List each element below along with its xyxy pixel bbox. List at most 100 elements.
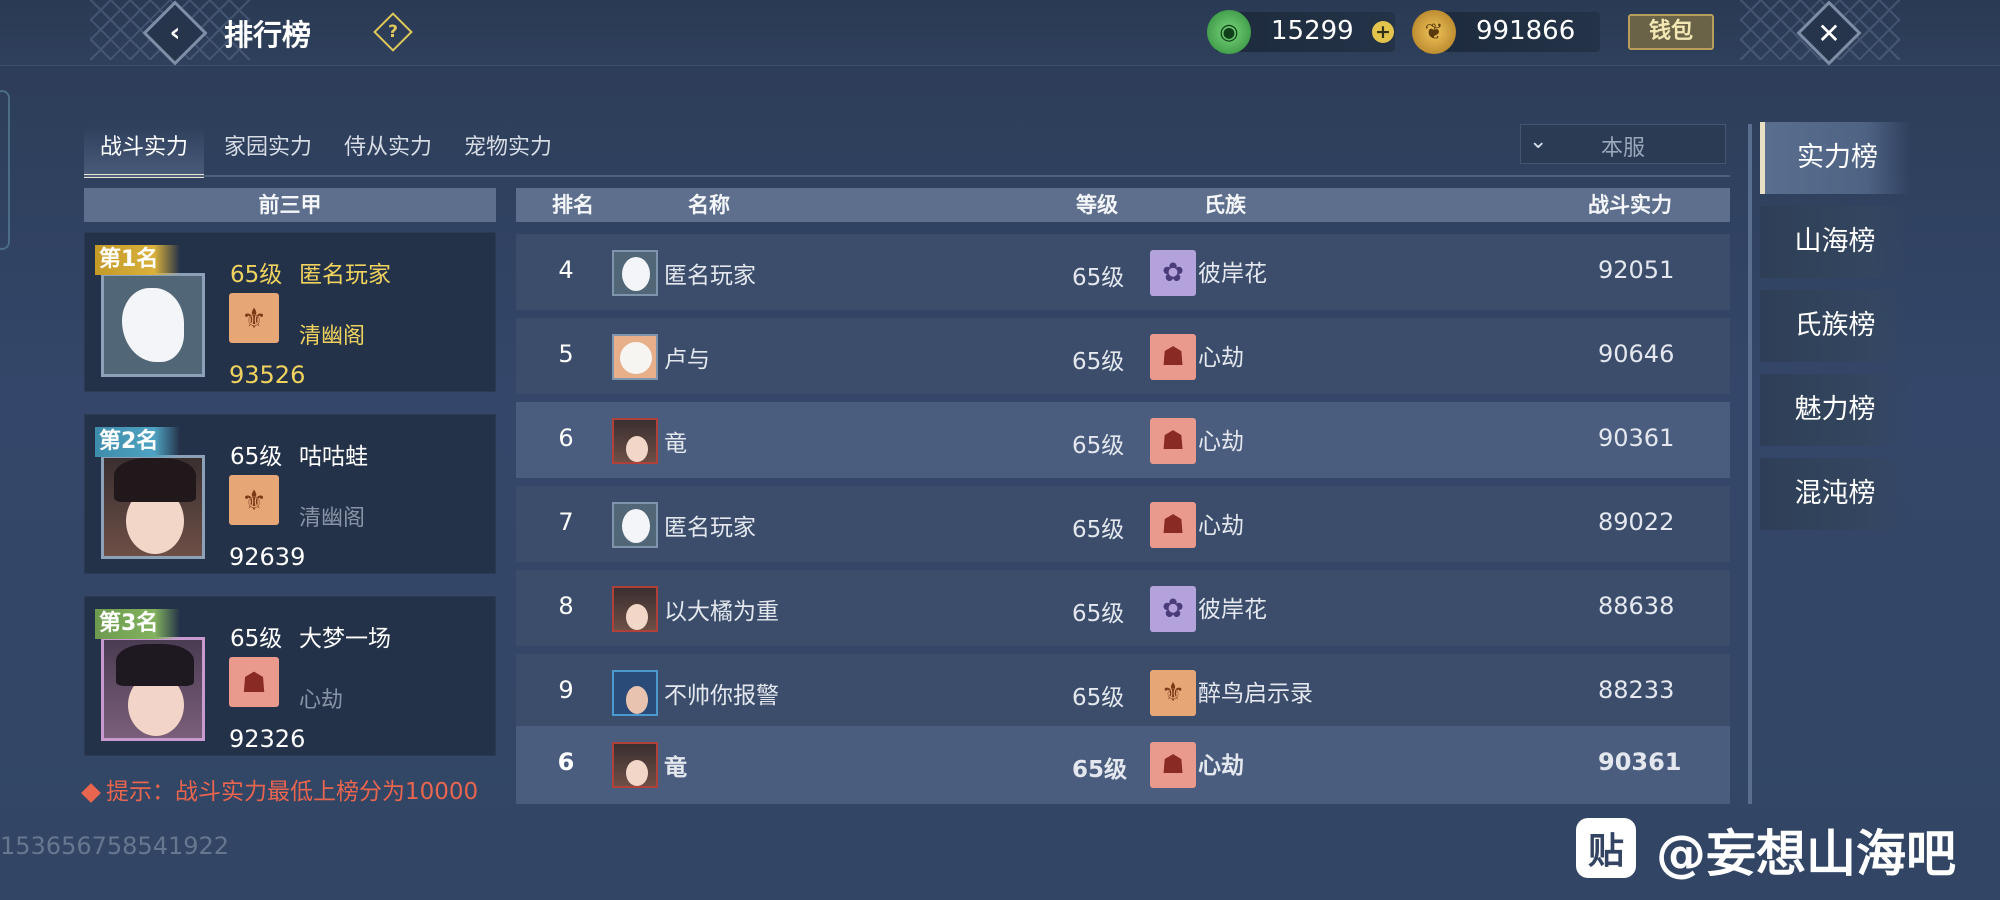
clan-name: 心劫 — [299, 688, 344, 713]
rank-badge: 第1名 — [95, 245, 181, 275]
row-name: 匿名玩家 — [664, 515, 756, 541]
player-level: 65级 — [230, 444, 283, 470]
row-level: 65级 — [1072, 757, 1128, 783]
leaf-icon: ❦ — [1412, 10, 1456, 54]
row-rank: 6 — [557, 748, 575, 776]
player-uid: 153656758541922 — [0, 832, 230, 860]
side-handle[interactable] — [0, 90, 10, 250]
row-power: 90361 — [1598, 424, 1675, 452]
wallet-button[interactable]: 钱包 — [1628, 14, 1714, 50]
row-clan: 彼岸花 — [1198, 261, 1267, 287]
row-power: 92051 — [1598, 256, 1675, 284]
clan-name: 清幽阁 — [299, 324, 366, 349]
back-icon: ‹ — [169, 18, 181, 48]
avatar — [101, 637, 205, 741]
row-clan: 彼岸花 — [1198, 597, 1267, 623]
table-row[interactable]: 4 匿名玩家 65级 ✿ 彼岸花 92051 — [516, 234, 1730, 310]
jade-icon: ◉ — [1207, 10, 1251, 54]
player-level: 65级 — [230, 262, 283, 288]
col-name: 名称 — [688, 193, 730, 217]
tip-text: 提示：战斗实力最低上榜分为10000 — [106, 779, 479, 805]
close-icon: ✕ — [1817, 16, 1841, 50]
table-header: 排名 名称 等级 氏族 战斗实力 — [516, 188, 1730, 222]
min-score-tip: 提示：战斗实力最低上榜分为10000 — [81, 772, 479, 806]
clan-emblem-icon: ⚜ — [229, 293, 279, 343]
sidebar-item-chaos-rank[interactable]: 混沌榜 — [1760, 458, 1910, 530]
row-rank: 5 — [558, 340, 574, 368]
row-rank: 4 — [558, 256, 574, 284]
leaf-value: 991866 — [1476, 16, 1576, 46]
tab-combat-power[interactable]: 战斗实力 — [84, 126, 204, 178]
question-icon: ? — [388, 22, 398, 42]
col-rank: 排名 — [552, 193, 594, 217]
tab-attendant-power[interactable]: 侍从实力 — [330, 126, 446, 178]
col-level: 等级 — [1076, 193, 1118, 217]
row-rank: 9 — [558, 676, 574, 704]
chevron-down-icon: ⌄ — [1529, 129, 1548, 154]
top3-card-2[interactable]: 第2名 65级 咕咕蛙 ⚜ 清幽阁 92639 — [84, 414, 496, 574]
table-row[interactable]: 8 以大橘为重 65级 ✿ 彼岸花 88638 — [516, 570, 1730, 646]
top-bar: ‹ 排行榜 ? ◉ 15299 + ❦ 991866 钱包 ✕ — [0, 0, 2000, 66]
top3-card-1[interactable]: 第1名 65级 匿名玩家 ⚜ 清幽阁 93526 — [84, 232, 496, 392]
self-rank-row[interactable]: 6 竜 65级 ☗ 心劫 90361 — [516, 726, 1730, 804]
clan-emblem-icon: ☗ — [1150, 334, 1196, 380]
row-level: 65级 — [1072, 349, 1125, 375]
page-title: 排行榜 — [224, 18, 312, 52]
row-name: 竜 — [664, 755, 687, 781]
clan-emblem-icon: ☗ — [229, 657, 279, 707]
row-level: 65级 — [1072, 433, 1125, 459]
server-select-value: 本服 — [1601, 136, 1646, 161]
table-row[interactable]: 5 卢与 65级 ☗ 心劫 90646 — [516, 318, 1730, 394]
row-level: 65级 — [1072, 685, 1125, 711]
col-power: 战斗实力 — [1588, 193, 1672, 217]
row-power: 90646 — [1598, 340, 1675, 368]
top3-card-3[interactable]: 第3名 65级 大梦一场 ☗ 心劫 92326 — [84, 596, 496, 756]
clan-emblem-icon: ✿ — [1150, 250, 1196, 296]
sidebar-item-charm-rank[interactable]: 魅力榜 — [1760, 374, 1910, 446]
add-currency-button[interactable]: + — [1372, 21, 1394, 43]
avatar — [612, 502, 658, 548]
combat-power: 93526 — [229, 361, 306, 389]
table-row[interactable]: 9 不帅你报警 65级 ⚜ 醉鸟启示录 88233 — [516, 654, 1730, 730]
row-level: 65级 — [1072, 517, 1125, 543]
warning-icon — [81, 782, 101, 803]
row-rank: 8 — [558, 592, 574, 620]
player-name: 大梦一场 — [299, 626, 391, 652]
tab-home-power[interactable]: 家园实力 — [210, 126, 326, 178]
server-select[interactable]: ⌄ 本服 — [1520, 124, 1726, 164]
avatar — [101, 273, 205, 377]
clan-emblem-icon: ☗ — [1150, 742, 1196, 788]
row-name: 不帅你报警 — [664, 683, 779, 709]
leaf-currency: ❦ 991866 — [1412, 10, 1600, 54]
jade-value: 15299 — [1271, 16, 1354, 46]
row-level: 65级 — [1072, 265, 1125, 291]
clan-emblem-icon: ⚜ — [229, 475, 279, 525]
row-power: 90361 — [1598, 748, 1682, 776]
jade-currency: ◉ 15299 — [1207, 10, 1395, 54]
row-clan: 心劫 — [1198, 513, 1244, 539]
avatar — [101, 455, 205, 559]
sidebar-item-power-rank[interactable]: 实力榜 — [1760, 122, 1910, 194]
row-power: 88233 — [1598, 676, 1675, 704]
row-power: 88638 — [1598, 592, 1675, 620]
col-clan: 氏族 — [1204, 193, 1246, 217]
watermark-text: @妄想山海吧 — [1656, 825, 1956, 883]
table-row[interactable]: 7 匿名玩家 65级 ☗ 心劫 89022 — [516, 486, 1730, 562]
combat-power: 92639 — [229, 543, 306, 571]
tab-pet-power[interactable]: 宠物实力 — [450, 126, 566, 178]
avatar — [612, 250, 658, 296]
row-clan: 醉鸟启示录 — [1198, 681, 1313, 707]
row-rank: 6 — [558, 424, 574, 452]
clan-name: 清幽阁 — [299, 506, 366, 531]
row-name: 匿名玩家 — [664, 263, 756, 289]
sidebar-item-shanhai-rank[interactable]: 山海榜 — [1760, 206, 1910, 278]
table-row[interactable]: 6 竜 65级 ☗ 心劫 90361 — [516, 402, 1730, 478]
scrollbar[interactable] — [1748, 124, 1752, 804]
top3-header: 前三甲 — [84, 188, 496, 222]
row-name: 以大橘为重 — [664, 599, 779, 625]
sidebar-item-clan-rank[interactable]: 氏族榜 — [1760, 290, 1910, 362]
clan-emblem-icon: ⚜ — [1150, 670, 1196, 716]
help-button[interactable]: ? — [373, 12, 413, 52]
row-clan: 心劫 — [1198, 429, 1244, 455]
row-name: 竜 — [664, 431, 687, 457]
